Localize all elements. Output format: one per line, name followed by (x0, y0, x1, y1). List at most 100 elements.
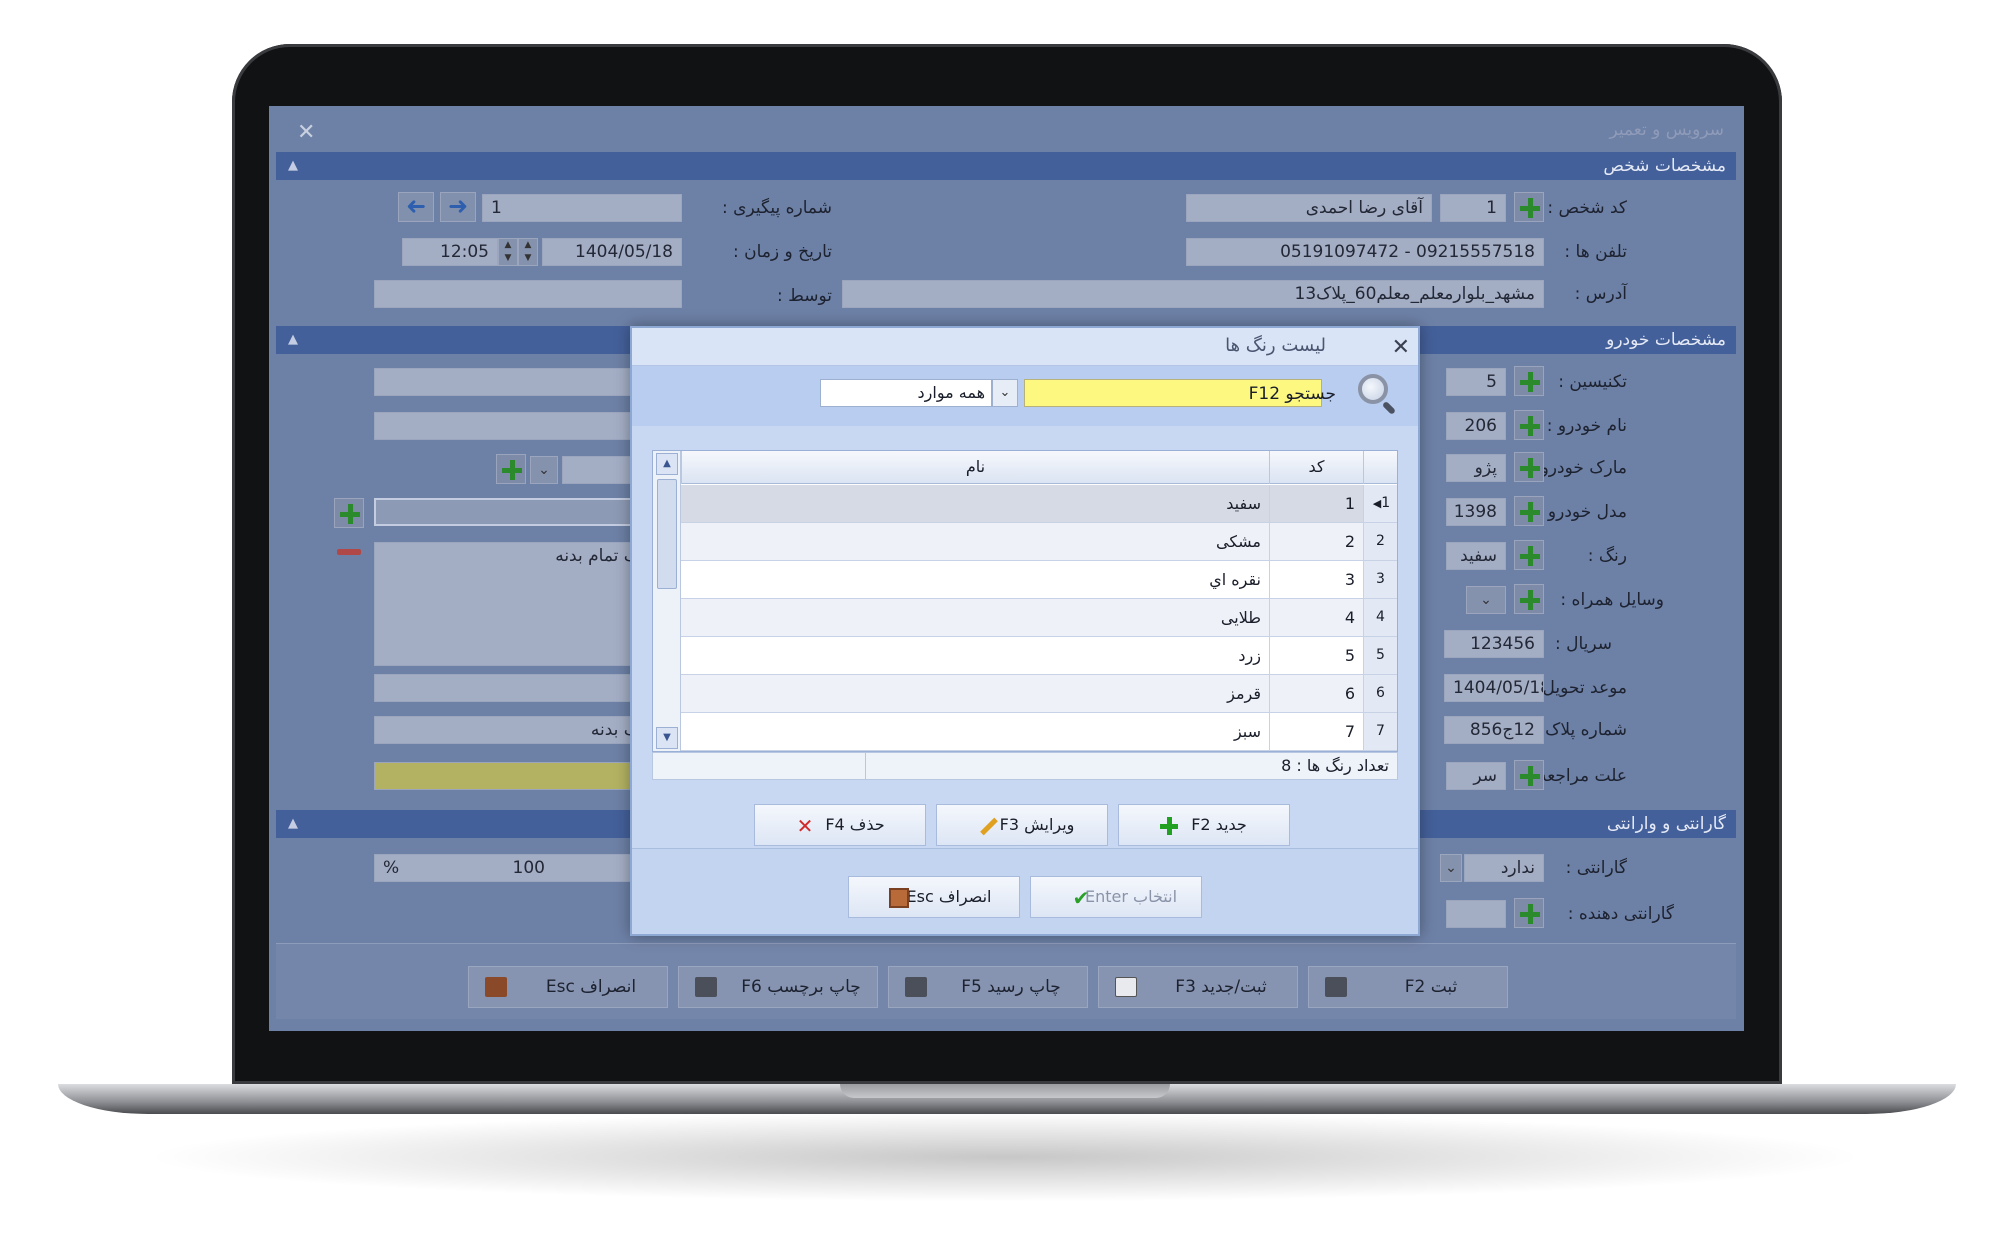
window-close-icon[interactable]: ✕ (297, 120, 315, 145)
vehicle-left-field-2[interactable] (374, 412, 648, 440)
add-person-icon[interactable] (1514, 192, 1544, 222)
vehicle-yellow-field[interactable]: 1 (374, 762, 648, 790)
delivery-field[interactable]: 1404/05/18 (1444, 674, 1544, 702)
save-new-button[interactable]: ثبت/جدید F3 (1098, 966, 1298, 1008)
warranty-giver-field[interactable] (1446, 900, 1506, 928)
brand-field[interactable]: پژو (1446, 454, 1506, 482)
print-label-button[interactable]: چاپ برچسب F6 (678, 966, 878, 1008)
date-field[interactable]: 1404/05/18 (542, 238, 682, 266)
new-color-label: جدید F2 (1191, 815, 1247, 834)
add-color-icon[interactable] (1514, 540, 1544, 570)
collapse-icon[interactable]: ▲ (288, 326, 298, 354)
vehicle-left-dropdown-icon[interactable]: ⌄ (530, 456, 558, 484)
laptop-screen: سرویس و تعمیر ✕ مشخصات شخص ▲ کد شخص : 1 … (269, 106, 1744, 1031)
delete-color-button[interactable]: ✕ حذف F4 (754, 804, 926, 846)
collapse-icon[interactable]: ▲ (288, 810, 298, 838)
section-title: مشخصات خودرو (1606, 330, 1726, 350)
vehicle-item-input[interactable] (374, 498, 648, 526)
remove-row-icon[interactable] (334, 542, 364, 562)
technician-field[interactable]: 5 (1446, 368, 1506, 396)
cell-name: مشکی (1215, 532, 1261, 551)
vehicle-left-field-5[interactable] (374, 674, 648, 702)
column-header-name[interactable]: نام (681, 451, 1269, 484)
percent-unit: % (383, 858, 400, 878)
add-row-icon[interactable] (334, 498, 364, 528)
dialog-cancel-button[interactable]: انصراف Esc (848, 876, 1020, 918)
by-label: توسط : (776, 286, 832, 306)
search-bar: ⌄ همه موارد جستجو F12 (632, 366, 1418, 426)
printer-icon (695, 977, 717, 997)
window-title-text: سرویس و تعمیر (1609, 120, 1724, 140)
add-technician-icon[interactable] (1514, 366, 1544, 396)
table-row[interactable]: سبز 7 7 (681, 713, 1397, 751)
car-name-field[interactable]: 206 (1446, 412, 1506, 440)
time-spinner-icon[interactable]: ▲ ▼ (498, 238, 518, 266)
percent-value: 100 (512, 858, 545, 878)
vehicle-items-list[interactable]: ک تمام بدنه (374, 542, 648, 666)
person-name-field[interactable]: آقای رضا احمدی (1186, 194, 1432, 222)
column-header-code[interactable]: کد (1269, 451, 1364, 484)
dialog-footer: ✔ انتخاب Enter انصراف Esc (632, 849, 1418, 934)
add-reason-icon[interactable] (1514, 760, 1544, 790)
cell-code: 4 (1269, 599, 1364, 636)
table-row[interactable]: قرمز 6 6 (681, 675, 1397, 713)
cell-name: طلایی (1220, 608, 1261, 627)
add-brand-icon[interactable] (1514, 452, 1544, 482)
table-row[interactable]: سفید 1 ◀1 (681, 485, 1397, 523)
person-code-field[interactable]: 1 (1440, 194, 1506, 222)
row-number: 4 (1364, 599, 1397, 636)
car-name-label: نام خودرو : (1546, 416, 1627, 436)
section-header-person[interactable]: مشخصات شخص ▲ (276, 152, 1736, 180)
table-row[interactable]: مشکی 2 2 (681, 523, 1397, 561)
vehicle-left-field-6[interactable]: ک بدنه (374, 716, 648, 744)
time-field[interactable]: 12:05 (402, 238, 498, 266)
collapse-icon[interactable]: ▲ (288, 152, 298, 180)
select-button[interactable]: ✔ انتخاب Enter (1030, 876, 1202, 918)
plate-field[interactable]: 12ج856 (1444, 716, 1544, 744)
add-vehicle-item-icon[interactable] (496, 454, 526, 484)
scroll-up-icon[interactable]: ▲ (656, 453, 678, 475)
edit-color-button[interactable]: ویرایش F3 (936, 804, 1108, 846)
warranty-dropdown-icon[interactable]: ⌄ (1440, 854, 1462, 882)
grid-scrollbar[interactable]: ▲ ▼ (653, 451, 681, 751)
search-scope-dropdown-icon[interactable]: ⌄ (992, 379, 1018, 407)
add-car-name-icon[interactable] (1514, 410, 1544, 440)
color-field[interactable]: سفید (1446, 542, 1506, 570)
print-receipt-button[interactable]: چاپ رسید F5 (888, 966, 1088, 1008)
new-color-button[interactable]: جدید F2 (1118, 804, 1290, 846)
reason-field[interactable]: سر (1446, 762, 1506, 790)
pencil-icon (977, 816, 997, 836)
address-field[interactable]: مشهد_بلوارمعلم_معلم60_پلاک13 (842, 280, 1544, 308)
serial-field[interactable]: 123456 (1444, 630, 1544, 658)
row-indicator-header (1364, 451, 1397, 484)
scroll-thumb[interactable] (657, 479, 677, 589)
search-scope-select[interactable]: همه موارد (820, 379, 992, 407)
table-row[interactable]: نقره اي 3 3 (681, 561, 1397, 599)
cancel-button[interactable]: انصراف Esc (468, 966, 668, 1008)
color-label: رنگ : (1587, 546, 1627, 566)
magnifier-icon[interactable] (1356, 372, 1398, 416)
add-model-icon[interactable] (1514, 496, 1544, 526)
table-row[interactable]: زرد 5 5 (681, 637, 1397, 675)
grid-header: نام کد (681, 451, 1397, 484)
accessories-dropdown[interactable]: ⌄ (1466, 586, 1506, 614)
dialog-close-icon[interactable]: ✕ (1392, 330, 1410, 366)
save-button[interactable]: ثبت F2 (1308, 966, 1508, 1008)
warranty-percent-field[interactable]: % 100 (374, 854, 664, 882)
add-accessories-icon[interactable] (1514, 584, 1544, 614)
vehicle-left-field-1[interactable] (374, 368, 648, 396)
table-row[interactable]: طلایی 4 4 (681, 599, 1397, 637)
date-spinner-icon[interactable]: ▲ ▼ (518, 238, 538, 266)
scroll-down-icon[interactable]: ▼ (656, 727, 678, 749)
model-field[interactable]: 1398 (1446, 498, 1506, 526)
tracking-field[interactable]: 1 (482, 194, 682, 222)
search-label: جستجو F12 (1248, 384, 1336, 404)
add-warranty-giver-icon[interactable] (1514, 898, 1544, 928)
by-field[interactable] (374, 280, 682, 308)
phones-field[interactable]: 05191097472 - 09215557518 (1186, 238, 1544, 266)
prev-record-icon[interactable]: ➜ (398, 192, 434, 222)
warranty-field[interactable]: ندارد (1464, 854, 1544, 882)
next-record-icon[interactable]: ➜ (440, 192, 476, 222)
cell-code: 2 (1269, 523, 1364, 560)
brand-label: مارک خودرو : (1529, 458, 1627, 478)
